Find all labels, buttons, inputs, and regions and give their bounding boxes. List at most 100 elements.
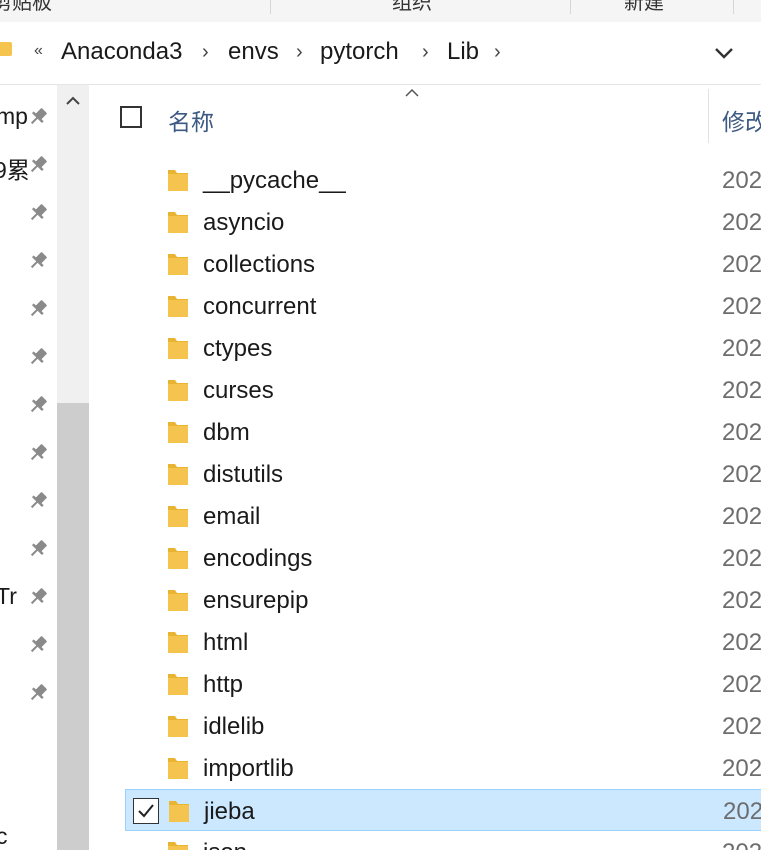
nav-item-label[interactable]: c xyxy=(0,823,8,850)
file-date-modified: 202 xyxy=(722,587,761,614)
table-row[interactable]: idlelib 202 xyxy=(125,705,761,747)
nav-item-label[interactable]: Tr xyxy=(0,583,17,610)
table-row[interactable]: __pycache__ 202 xyxy=(125,159,761,201)
file-name: distutils xyxy=(203,461,284,488)
file-date-modified: 202 xyxy=(722,755,761,782)
breadcrumb-lib[interactable]: Lib xyxy=(447,38,479,66)
folder-icon xyxy=(167,420,189,444)
table-row[interactable]: http 202 xyxy=(125,663,761,705)
file-name: dbm xyxy=(203,419,250,446)
table-row[interactable]: asyncio 202 xyxy=(125,201,761,243)
file-date-modified: 202 xyxy=(722,209,761,236)
pin-icon[interactable] xyxy=(26,633,50,657)
pin-icon[interactable] xyxy=(26,105,50,129)
chevron-right-icon[interactable]: › xyxy=(202,41,209,64)
file-date-modified: 202 xyxy=(722,461,761,488)
nav-scrollbar[interactable] xyxy=(57,85,89,850)
file-date-modified: 202 xyxy=(722,713,761,740)
file-date-modified: 202 xyxy=(722,839,761,850)
select-all-checkbox[interactable] xyxy=(120,106,142,128)
file-date-modified: 202 xyxy=(722,419,761,446)
nav-item-label[interactable]: mp xyxy=(0,103,28,130)
file-date-modified: 202 xyxy=(722,251,761,278)
column-divider[interactable] xyxy=(708,89,709,143)
folder-icon xyxy=(0,42,12,56)
file-name: ensurepip xyxy=(203,587,309,614)
table-row[interactable]: dbm 202 xyxy=(125,411,761,453)
file-name: collections xyxy=(203,251,316,278)
folder-icon xyxy=(168,799,190,823)
file-name: concurrent xyxy=(203,293,317,320)
file-list: 名称 修改 __pycache__ 202 asyncio 202 collection… xyxy=(90,85,761,850)
table-row[interactable]: html 202 xyxy=(125,621,761,663)
file-name: html xyxy=(203,629,249,656)
file-date-modified: 202 xyxy=(722,167,761,194)
pin-icon[interactable] xyxy=(26,297,50,321)
chevron-right-icon[interactable]: › xyxy=(296,41,303,64)
breadcrumb-anaconda3[interactable]: Anaconda3 xyxy=(61,38,182,66)
pin-icon[interactable] xyxy=(26,681,50,705)
file-date-modified: 202 xyxy=(722,545,761,572)
folder-icon xyxy=(167,756,189,780)
pin-icon[interactable] xyxy=(26,393,50,417)
table-row[interactable]: jieba 202 xyxy=(125,789,761,831)
address-bar[interactable]: « Anaconda3 › envs › pytorch › Lib › xyxy=(0,22,761,85)
folder-icon xyxy=(167,672,189,696)
sort-ascending-icon xyxy=(404,85,420,103)
breadcrumb-envs[interactable]: envs xyxy=(228,38,279,66)
file-date-modified: 202 xyxy=(722,671,761,698)
chevron-right-icon[interactable]: › xyxy=(422,41,429,64)
overflow-chevron-icon[interactable]: « xyxy=(34,42,43,60)
column-header-name[interactable]: 名称 xyxy=(168,103,214,137)
folder-icon xyxy=(167,210,189,234)
file-name: __pycache__ xyxy=(203,167,346,194)
file-name: curses xyxy=(203,377,274,404)
folder-icon xyxy=(167,714,189,738)
table-row[interactable]: encodings 202 xyxy=(125,537,761,579)
pin-icon[interactable] xyxy=(26,585,50,609)
pin-icon[interactable] xyxy=(26,249,50,273)
table-row[interactable]: email 202 xyxy=(125,495,761,537)
pin-icon[interactable] xyxy=(26,489,50,513)
folder-icon xyxy=(167,168,189,192)
table-row[interactable]: ensurepip 202 xyxy=(125,579,761,621)
file-date-modified: 202 xyxy=(722,377,761,404)
file-name: encodings xyxy=(203,545,313,572)
folder-icon xyxy=(167,504,189,528)
table-row[interactable]: curses 202 xyxy=(125,369,761,411)
folder-icon xyxy=(167,378,189,402)
folder-icon xyxy=(167,588,189,612)
navigation-pane[interactable]: mp 9累 Tr c xyxy=(0,85,57,850)
row-checkbox[interactable] xyxy=(133,798,159,824)
folder-icon xyxy=(167,462,189,486)
scrollbar-thumb[interactable] xyxy=(57,403,89,850)
breadcrumb-pytorch[interactable]: pytorch xyxy=(320,38,399,66)
column-header-date-modified[interactable]: 修改 xyxy=(722,103,761,137)
pin-icon[interactable] xyxy=(26,441,50,465)
scroll-up-icon[interactable] xyxy=(65,93,81,111)
ribbon-group-organize[interactable]: 组织 xyxy=(392,0,432,15)
file-name: jieba xyxy=(204,798,255,825)
address-dropdown-icon[interactable] xyxy=(713,40,735,66)
folder-icon xyxy=(167,630,189,654)
chevron-right-icon[interactable]: › xyxy=(494,41,501,64)
pin-icon[interactable] xyxy=(26,153,50,177)
ribbon-group-new[interactable]: 新建 xyxy=(624,0,664,15)
table-row[interactable]: collections 202 xyxy=(125,243,761,285)
file-name: ctypes xyxy=(203,335,273,362)
table-row[interactable]: distutils 202 xyxy=(125,453,761,495)
file-name: importlib xyxy=(203,755,294,782)
table-row[interactable]: json 202 xyxy=(125,831,761,850)
folder-icon xyxy=(167,546,189,570)
table-row[interactable]: importlib 202 xyxy=(125,747,761,789)
file-name: asyncio xyxy=(203,209,285,236)
table-row[interactable]: ctypes 202 xyxy=(125,327,761,369)
ribbon-group-clipboard[interactable]: 剪贴板 xyxy=(0,0,52,15)
pin-icon[interactable] xyxy=(26,201,50,225)
pin-icon[interactable] xyxy=(26,345,50,369)
ribbon-bar: 剪贴板 组织 新建 xyxy=(0,0,761,23)
pin-icon[interactable] xyxy=(26,537,50,561)
file-date-modified: 202 xyxy=(722,335,761,362)
file-date-modified: 202 xyxy=(722,503,761,530)
table-row[interactable]: concurrent 202 xyxy=(125,285,761,327)
